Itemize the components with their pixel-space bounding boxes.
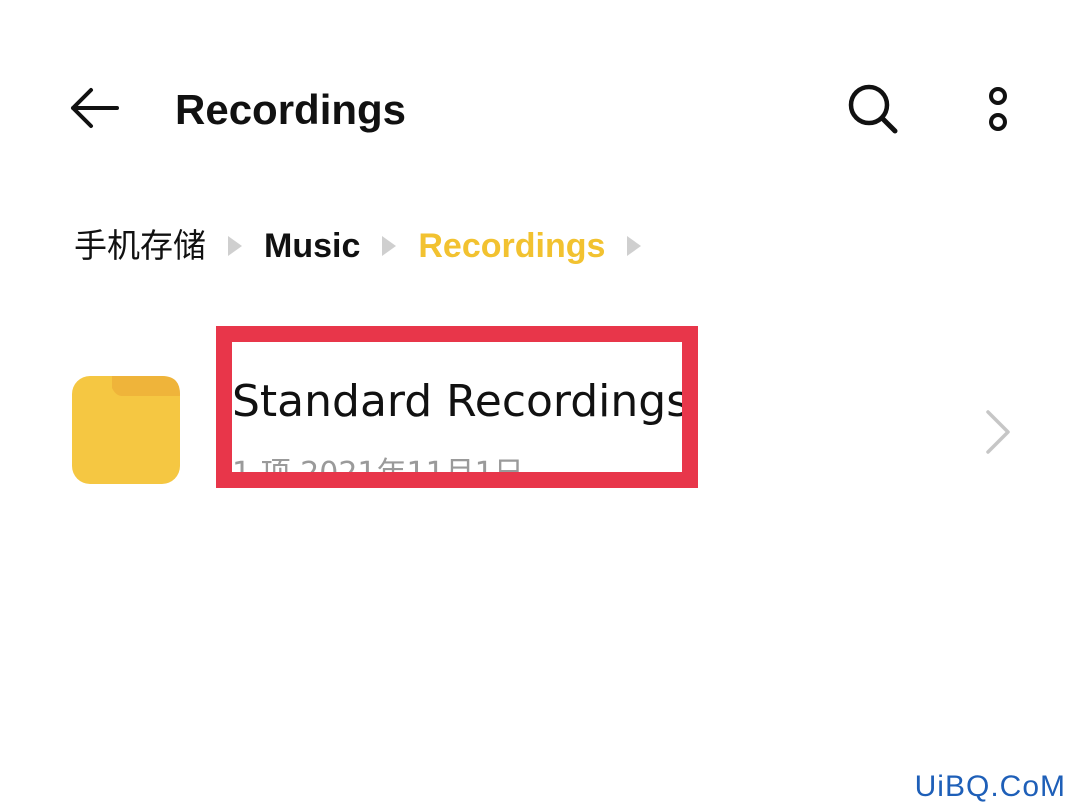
breadcrumb-separator xyxy=(374,218,404,274)
search-icon xyxy=(848,84,898,134)
file-manager-screen: Recordings 手机存储 Music Recordings Standar… xyxy=(0,0,1080,810)
folder-list-item[interactable]: Standard Recordings 1 项 2021年11月1日 xyxy=(0,340,1080,530)
page-title: Recordings xyxy=(175,86,407,133)
breadcrumb-separator xyxy=(220,218,250,274)
folder-meta: 1 项 2021年11月1日 xyxy=(232,456,524,480)
breadcrumb: 手机存储 Music Recordings xyxy=(74,218,663,274)
folder-icon xyxy=(72,376,180,484)
watermark: UiBQ.CoM xyxy=(914,770,1066,803)
search-button[interactable] xyxy=(842,78,904,140)
folder-meta-container: 1 项 2021年11月1日 xyxy=(232,452,672,480)
arrow-left-icon xyxy=(71,88,119,128)
triangle-right-icon xyxy=(228,236,242,256)
breadcrumb-separator xyxy=(619,218,649,274)
breadcrumb-item-music[interactable]: Music xyxy=(264,218,360,274)
more-vertical-icon xyxy=(989,87,1007,131)
back-button[interactable] xyxy=(62,80,126,136)
breadcrumb-item-recordings[interactable]: Recordings xyxy=(418,218,605,274)
breadcrumb-item-phone-storage[interactable]: 手机存储 xyxy=(74,218,206,274)
more-options-button[interactable] xyxy=(972,78,1024,140)
triangle-right-icon xyxy=(627,236,642,256)
chevron-right-icon xyxy=(986,410,1010,454)
folder-name: Standard Recordings xyxy=(232,376,690,427)
triangle-right-icon xyxy=(382,236,397,256)
